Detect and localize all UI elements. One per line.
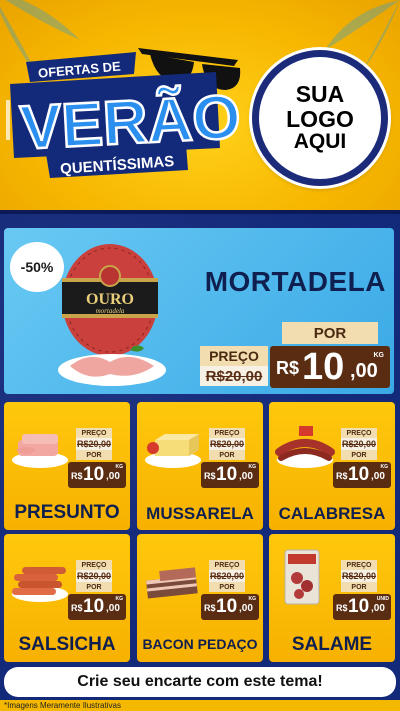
new-price: R$ 10 ,00 KG [333,462,391,488]
por-label: POR [282,322,378,344]
old-price: R$20,00 [209,438,245,450]
logo-text-line2: LOGO [286,105,354,132]
mussarela-image [145,434,201,468]
preco-label: PREÇO [76,560,112,570]
salsicha-image [12,567,68,602]
new-price: R$ 10 ,00 KG [68,462,126,488]
hero-product-name: MORTADELA [204,266,386,297]
product-price: PREÇO R$20,00 POR R$ 10 ,00 KG [201,560,261,620]
preco-label: PREÇO [341,428,377,438]
ofertas-de-verao-logo: OFERTAS DE VERÃO QUENTÍSSIMAS [6,48,244,178]
product-card-calabresa[interactable]: PREÇO R$20,00 POR R$ 10 ,00 KG CALABRESA [269,402,395,530]
new-price: R$ 10 ,00 KG [68,594,126,620]
currency: R$ [336,471,348,481]
por-label: POR [341,582,377,592]
price-decimal: ,00 [371,603,385,614]
price-integer: 10 [83,464,105,485]
currency: R$ [204,603,216,613]
old-price: R$20,00 [76,438,112,450]
price-integer: 10 [83,596,105,617]
hero-product-card[interactable]: OURO mortadela -50% MORTADELA POR PREÇO … [4,228,394,394]
price-unit: KG [248,596,257,602]
price-decimal: ,00 [239,603,253,614]
product-price: PREÇO R$20,00 POR R$ 10 ,00 KG [68,560,128,620]
price-decimal: ,00 [106,471,120,482]
product-price: PREÇO R$20,00 POR R$ 10 ,00 KG [333,428,393,488]
cta-button[interactable]: Crie seu encarte com este tema! [4,667,396,697]
preco-label: PREÇO [209,428,245,438]
discount-badge: -50% [10,242,64,292]
your-logo-placeholder[interactable]: SUA LOGO AQUI [252,50,388,186]
new-price: R$ 10 ,00 KG [201,594,259,620]
price-decimal: ,00 [350,360,378,382]
price-unit: KG [373,352,385,359]
old-price: R$20,00 [341,438,377,450]
hero-price-tag: POR PREÇO R$20,00 R$ 10 ,00 KG [200,322,392,388]
product-card-bacon-pedaco[interactable]: PREÇO R$20,00 POR R$ 10 ,00 KG BACON PED… [137,534,263,662]
price-decimal: ,00 [239,471,253,482]
price-integer: 10 [216,464,238,485]
preco-label: PREÇO [341,560,377,570]
product-card-salame[interactable]: PREÇO R$20,00 POR R$ 10 ,00 UNID SALAME [269,534,395,662]
price-unit: UNID [376,596,389,602]
product-name: MUSSARELA [146,504,254,523]
package-sub: mortadela [96,307,125,315]
old-price: R$20,00 [76,570,112,582]
price-integer: 10 [348,464,370,485]
header-banner: OFERTAS DE VERÃO QUENTÍSSIMAS SUA LOGO A… [0,0,400,210]
product-price: PREÇO R$20,00 POR R$ 10 ,00 KG [201,428,261,488]
price-integer: 10 [302,346,345,388]
por-label: POR [76,582,112,592]
new-price: R$ 10 ,00 KG [201,462,259,488]
product-name: CALABRESA [278,504,386,523]
logo-text-line1: SUA [295,80,345,107]
preco-label: PREÇO [200,346,268,366]
price-decimal: ,00 [106,603,120,614]
por-label: POR [209,450,245,460]
new-price: R$ 10 ,00 UNID [333,594,391,620]
package-brand: OURO [86,291,134,308]
disclaimer: *Imagens Meramente Ilustrativas [0,700,400,711]
por-label: POR [341,450,377,460]
price-integer: 10 [216,596,238,617]
product-card-presunto[interactable]: PREÇO R$20,00 POR R$ 10 ,00 KG PRESUNTO [4,402,130,530]
product-name: SALSICHA [18,634,116,655]
logo-text-line3: AQUI [293,130,347,154]
price-unit: KG [115,596,124,602]
preco-label: PREÇO [209,560,245,570]
currency: R$ [204,471,216,481]
currency: R$ [276,358,300,378]
new-price: R$ 10 ,00 KG [270,346,390,388]
old-price: R$20,00 [200,366,268,386]
old-price: R$20,00 [341,570,377,582]
product-card-salsicha[interactable]: PREÇO R$20,00 POR R$ 10 ,00 KG SALSICHA [4,534,130,662]
price-unit: KG [380,464,389,470]
price-unit: KG [248,464,257,470]
product-name: BACON PEDAÇO [142,636,258,652]
currency: R$ [336,603,348,613]
price-integer: 10 [348,596,370,617]
product-name: SALAME [291,634,373,655]
old-price: R$20,00 [209,570,245,582]
por-label: POR [209,582,245,592]
por-label: POR [76,450,112,460]
currency: R$ [71,603,83,613]
calabresa-image [275,426,335,468]
price-unit: KG [115,464,124,470]
product-card-mussarela[interactable]: PREÇO R$20,00 POR R$ 10 ,00 KG MUSSARELA [137,402,263,530]
product-name: PRESUNTO [14,502,120,523]
product-price: PREÇO R$20,00 POR R$ 10 ,00 KG [68,428,128,488]
bacon-image [146,567,198,599]
currency: R$ [71,471,83,481]
offers-board: OURO mortadela -50% MORTADELA POR PREÇO … [0,210,400,700]
product-price: PREÇO R$20,00 POR R$ 10 ,00 UNID [333,560,393,620]
price-decimal: ,00 [371,471,385,482]
mortadela-image: OURO mortadela [58,244,166,386]
presunto-image [12,434,68,468]
salame-image [284,549,320,605]
preco-label: PREÇO [76,428,112,438]
